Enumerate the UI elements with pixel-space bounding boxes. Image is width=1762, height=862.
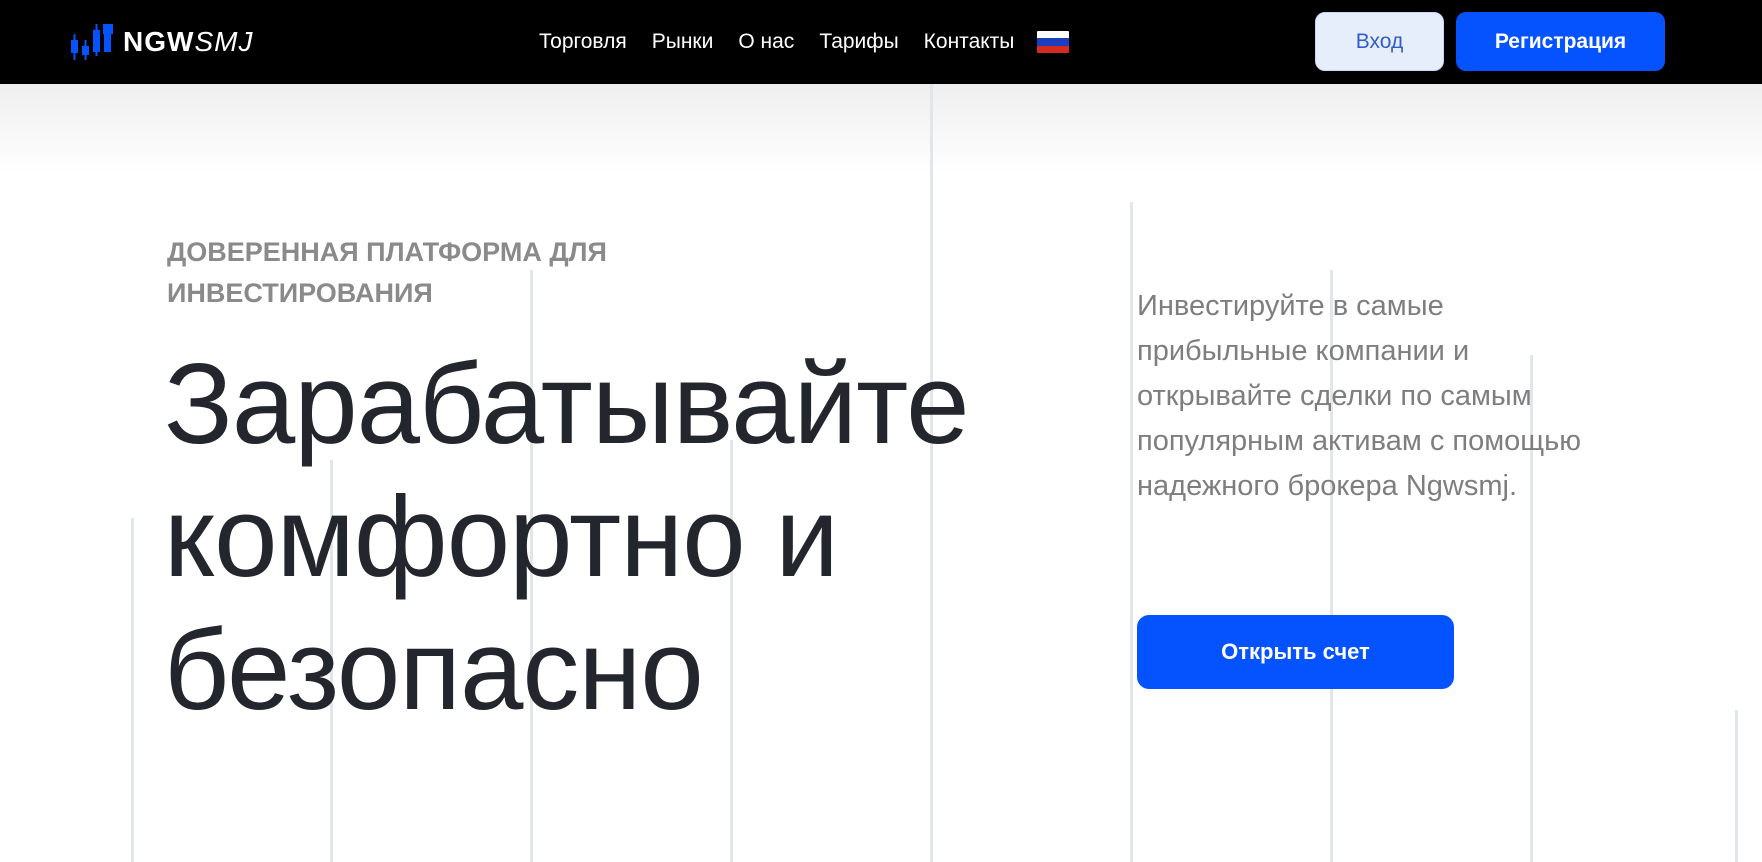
hero-eyebrow-line-2: инвестирования — [167, 278, 433, 308]
main-nav: Торговля Рынки О нас Тарифы Контакты — [539, 24, 1070, 60]
background-line — [1130, 202, 1133, 862]
hero-eyebrow-line-1: Доверенная платформа для — [167, 237, 607, 267]
nav-item-contacts[interactable]: Контакты — [924, 30, 1015, 54]
nav-item-about[interactable]: О нас — [738, 30, 794, 54]
brand-name-thin: SMJ — [194, 26, 254, 57]
brand-name: NGWSMJ — [123, 28, 253, 56]
nav-item-trading[interactable]: Торговля — [539, 30, 627, 54]
brand-logo[interactable]: NGWSMJ — [69, 20, 253, 64]
brand-name-bold: NGW — [123, 26, 195, 57]
open-account-button[interactable]: Открыть счет — [1137, 615, 1454, 689]
hero-headline: Зарабатывайте комфортно и безопасно — [164, 338, 1064, 737]
header-shadow-gradient — [0, 84, 1762, 174]
hero-description: Инвестируйте в самые прибыльные компании… — [1137, 290, 1582, 502]
nav-item-pricing[interactable]: Тарифы — [819, 30, 898, 54]
hero-eyebrow: Доверенная платформа для инвестирования — [167, 232, 637, 314]
background-line — [1735, 710, 1738, 862]
hero-headline-line-2: комфортно и — [164, 474, 839, 601]
bar-chart-logo-icon — [71, 24, 113, 60]
login-button[interactable]: Вход — [1315, 12, 1444, 71]
register-button[interactable]: Регистрация — [1456, 12, 1665, 71]
nav-item-markets[interactable]: Рынки — [652, 30, 714, 54]
hero-headline-line-3: безопасно — [164, 607, 704, 734]
top-navigation-bar: NGWSMJ Торговля Рынки О нас Тарифы Конта… — [0, 0, 1762, 84]
background-line — [131, 518, 134, 862]
hero-headline-line-1: Зарабатывайте — [164, 341, 969, 468]
russia-flag-icon[interactable] — [1037, 31, 1070, 53]
